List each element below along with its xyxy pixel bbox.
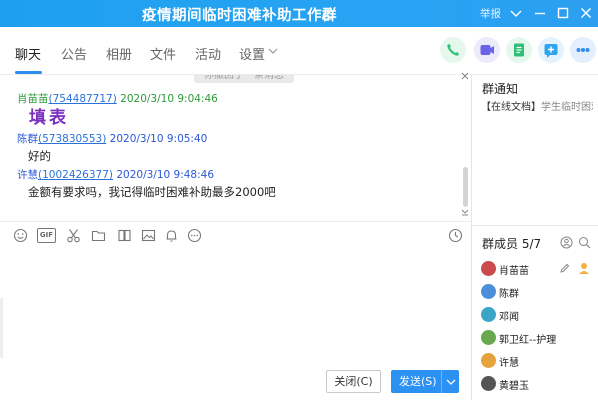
chevron-down-icon <box>446 379 456 385</box>
tab-announcement[interactable]: 公告 <box>61 44 87 63</box>
folder-icon[interactable] <box>91 228 106 243</box>
scroll-down-icon[interactable] <box>461 208 469 216</box>
bell-icon[interactable] <box>164 228 179 243</box>
sender-id-link[interactable]: (573830553) <box>38 133 106 145</box>
gif-icon[interactable]: GIF <box>37 228 56 243</box>
title-bar: 疫情期间临时困难补助工作群 举报 <box>0 0 598 27</box>
message-time: 2020/3/10 9:05:40 <box>109 133 208 145</box>
sender-name[interactable]: 陈群 <box>17 133 38 145</box>
member-name: 肖苗苗 <box>499 266 529 277</box>
tab-bar: 聊天 公告 相册 文件 活动 设置 <box>0 27 598 75</box>
phone-call-button[interactable] <box>440 37 466 63</box>
video-icon <box>480 45 494 55</box>
avatar <box>481 307 496 322</box>
add-app-icon <box>544 44 558 58</box>
member-name: 许慧 <box>499 358 519 369</box>
group-notice-title[interactable]: 群通知 <box>482 80 518 97</box>
video-call-button[interactable] <box>474 37 500 63</box>
member-item[interactable]: 肖苗苗 <box>481 260 591 278</box>
member-settings-icon[interactable] <box>560 236 573 249</box>
section-divider <box>472 225 598 226</box>
scroll-up-icon[interactable] <box>461 72 469 80</box>
active-tab-indicator <box>15 71 42 74</box>
settings-caret-icon[interactable] <box>268 47 278 55</box>
maximize-icon[interactable] <box>555 5 571 21</box>
window-edge <box>0 298 3 358</box>
member-item[interactable]: 郭卫红--护理 <box>481 329 591 347</box>
avatar <box>481 353 496 368</box>
send-options-button[interactable] <box>441 370 459 393</box>
member-item[interactable]: 许慧 <box>481 352 591 370</box>
clock-icon[interactable] <box>448 228 463 243</box>
member-item[interactable]: 邓闻 <box>481 306 591 324</box>
close-button[interactable]: 关闭(C) <box>326 370 381 393</box>
message-text: 好的 <box>28 149 51 163</box>
chevron-down-icon[interactable] <box>508 5 524 21</box>
tab-chat[interactable]: 聊天 <box>15 44 41 63</box>
document-button[interactable] <box>506 37 532 63</box>
avatar <box>481 284 496 299</box>
message-text: 填表 <box>29 108 69 128</box>
notice-text: 学生临时困难补助 <box>541 102 593 113</box>
group-notice-body[interactable]: 【在线文档】学生临时困难补助 <box>481 98 593 113</box>
close-icon[interactable] <box>578 5 594 21</box>
message-text: 金额有要求吗，我记得临时困难补助最多2000吧 <box>28 185 276 199</box>
tab-activity[interactable]: 活动 <box>195 44 221 63</box>
withdraw-notice: 你撤回了一条消息 <box>194 75 294 83</box>
panel-divider <box>471 75 472 400</box>
tab-settings[interactable]: 设置 <box>239 44 265 63</box>
minimize-icon[interactable] <box>532 5 548 21</box>
more-dots-icon[interactable] <box>187 228 202 243</box>
document-icon <box>514 43 524 57</box>
member-item[interactable]: 陈群 <box>481 283 591 301</box>
picture-icon[interactable] <box>141 228 156 243</box>
notice-tag: 【在线文档】 <box>481 102 541 113</box>
sender-name[interactable]: 许慧 <box>17 169 38 181</box>
message-header: 陈群(573830553) 2020/3/10 9:05:40 <box>17 131 207 146</box>
sender-id-link[interactable]: (1002426377) <box>38 169 113 181</box>
chat-scrollbar-thumb[interactable] <box>463 167 468 207</box>
message-header: 许慧(1002426377) 2020/3/10 9:48:46 <box>17 167 214 182</box>
member-name: 黄碧玉 <box>499 381 529 392</box>
member-name: 郭卫红--护理 <box>499 335 557 346</box>
scissors-icon[interactable] <box>66 228 81 243</box>
message-time: 2020/3/10 9:48:46 <box>116 169 214 181</box>
tab-album[interactable]: 相册 <box>106 44 132 63</box>
member-name: 陈群 <box>499 289 519 300</box>
more-button[interactable] <box>570 37 596 63</box>
more-icon <box>576 48 590 52</box>
edit-title-icon[interactable] <box>321 6 333 20</box>
edit-icon[interactable] <box>559 262 571 274</box>
search-icon[interactable] <box>578 236 591 249</box>
emoji-icon[interactable] <box>13 228 28 243</box>
message-time: 2020/3/10 9:04:46 <box>120 93 218 105</box>
input-toolbar: GIF <box>0 221 471 249</box>
report-link[interactable]: 举报 <box>480 6 501 21</box>
member-name: 邓闻 <box>499 312 519 323</box>
tab-files[interactable]: 文件 <box>150 44 176 63</box>
avatar <box>481 261 496 276</box>
phone-icon <box>447 44 459 56</box>
window-title: 疫情期间临时困难补助工作群 <box>142 8 337 24</box>
avatar <box>481 330 496 345</box>
avatar <box>481 376 496 391</box>
owner-badge-icon <box>579 263 589 274</box>
add-app-button[interactable] <box>538 37 564 63</box>
chat-message-area[interactable]: 你撤回了一条消息 肖苗苗(754487717) 2020/3/10 9:04:4… <box>9 75 470 220</box>
message-input[interactable] <box>0 249 471 365</box>
members-title: 群成员 5/7 <box>482 237 542 251</box>
image-group-icon[interactable] <box>117 228 132 243</box>
member-item[interactable]: 黄碧玉 <box>481 375 591 393</box>
